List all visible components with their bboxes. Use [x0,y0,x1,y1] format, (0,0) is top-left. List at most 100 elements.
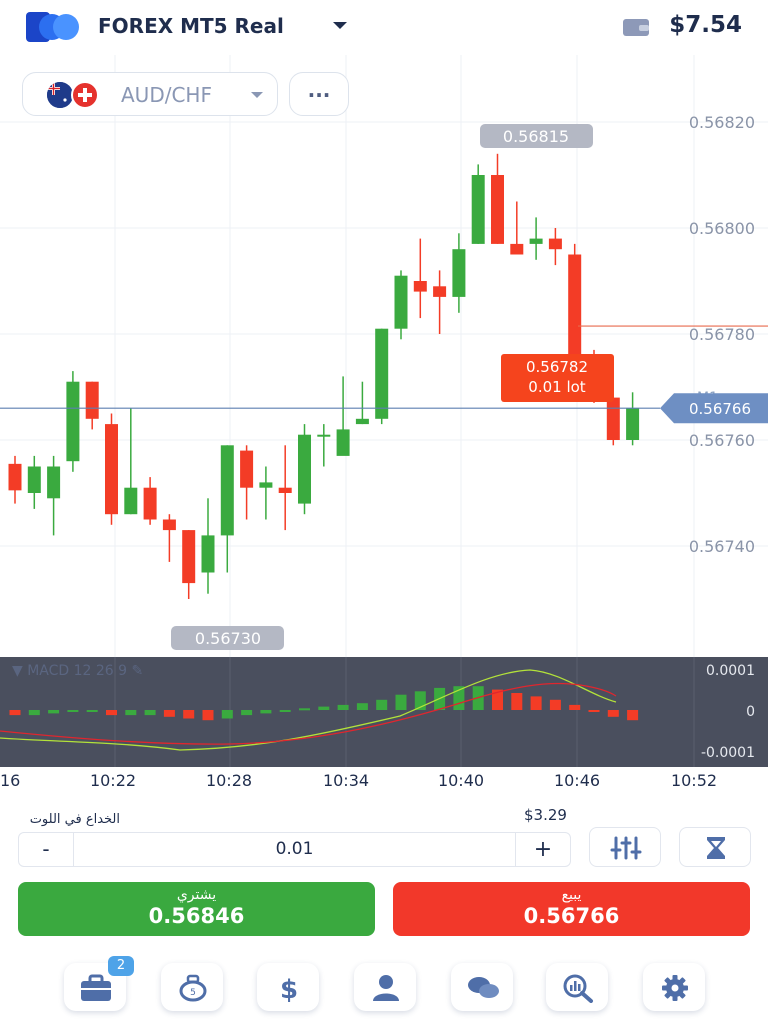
lot-input[interactable]: 0.01 [74,833,515,866]
hourglass-icon [707,837,725,859]
candle-body[interactable] [182,530,196,584]
indicator-settings-button[interactable] [589,827,661,867]
time-axis-label: 16 [0,771,20,790]
dollar-icon: $ [280,975,298,1003]
chevron-down-icon [251,92,263,98]
candle-body[interactable] [162,519,176,531]
australia-flag-icon [47,82,73,108]
piggy-bank-icon: 5 [179,974,207,1002]
candle-body[interactable] [317,434,331,437]
macd-level-label: -0.0001 [701,745,755,761]
sell-button[interactable]: يبيع 0.56766 [393,882,750,936]
macd-histogram-bar [28,710,40,716]
candle-body[interactable] [220,445,234,536]
time-axis-label: 10:34 [323,771,369,790]
increase-lot-button[interactable]: + [515,833,570,866]
candle-body[interactable] [548,238,562,250]
candle-body[interactable] [626,408,640,440]
candle-body[interactable] [298,434,311,504]
price-axis-label: 0.56740 [689,537,755,556]
macd-histogram-bar [125,710,137,716]
chevron-down-icon[interactable] [333,22,347,29]
top-bar: FOREX MT5 Real $7.54 [0,0,768,55]
candlestick-chart[interactable]: 0.568200.568000.567800.567600.56740M10.5… [0,55,768,795]
price-axis-label: 0.56800 [689,219,755,238]
lot-stepper: - 0.01 + [18,832,571,867]
time-axis-label: 10:40 [438,771,484,790]
candle-body[interactable] [47,466,61,499]
app-logo-icon[interactable] [26,12,80,46]
candle-body[interactable] [413,281,427,292]
time-axis-label: 10:52 [671,771,717,790]
margin-value: $3.29 [524,806,567,824]
time-axis-label: 10:22 [90,771,136,790]
candle-body[interactable] [336,429,350,456]
macd-histogram-bar [530,696,542,710]
macd-histogram-bar [260,710,272,714]
candle-body[interactable] [240,450,254,488]
macd-histogram-bar [202,710,214,721]
order-lot-label: 0.01 lot [528,378,586,396]
macd-label: ▼ MACD 12 26 9 ✎ [12,663,143,679]
candle-body[interactable] [471,175,485,244]
nav-bonus[interactable]: 5 [161,963,223,1011]
macd-histogram-bar [183,710,195,719]
candle-body[interactable] [510,243,524,255]
macd-histogram-bar [588,710,600,712]
gear-icon [662,975,688,1001]
nav-profile[interactable] [354,963,416,1011]
price-axis-label: 0.56780 [689,325,755,344]
candle-body[interactable] [105,424,118,515]
candle-body[interactable] [278,487,292,493]
sell-price: 0.56766 [523,904,620,928]
macd-histogram-bar [569,704,581,710]
more-options-button[interactable]: ... [289,72,349,116]
candle-body[interactable] [491,175,504,244]
candle-body[interactable] [394,275,408,329]
nav-chat[interactable] [451,963,513,1011]
price-axis-label: 0.56760 [689,431,755,450]
account-title[interactable]: FOREX MT5 Real [98,14,284,38]
candle-body[interactable] [375,328,389,419]
price-chart[interactable]: 0.568200.568000.567800.567600.56740M10.5… [0,55,768,795]
candle-body[interactable] [143,487,157,520]
candle-body[interactable] [259,482,273,488]
candle-body[interactable] [606,397,620,440]
buy-price: 0.56846 [148,904,245,928]
macd-histogram-bar [607,710,619,717]
decrease-lot-button[interactable]: - [19,833,74,866]
macd-histogram-bar [356,703,368,710]
nav-settings[interactable] [643,963,705,1011]
time-axis-label: 10:46 [554,771,600,790]
time-axis-label: 10:28 [206,771,252,790]
macd-histogram-bar [86,710,98,712]
account-balance[interactable]: $7.54 [669,12,742,38]
candle-body[interactable] [568,254,582,372]
candle-body[interactable] [201,535,215,573]
sell-label: يبيع [561,887,582,903]
candle-body[interactable] [27,466,41,494]
candle-body[interactable] [8,463,22,491]
wallet-icon[interactable] [623,17,649,41]
candle-body[interactable] [529,238,543,244]
pending-order-button[interactable] [679,827,751,867]
macd-histogram-bar [549,699,561,710]
switzerland-flag-icon [71,81,99,109]
candle-body[interactable] [433,286,447,297]
nav-deposit[interactable]: $ [257,963,319,1011]
macd-histogram-bar [67,710,79,712]
nav-analytics[interactable] [546,963,608,1011]
candle-body[interactable] [85,381,99,419]
instrument-selector[interactable]: AUD/CHF [22,72,278,116]
open-positions-badge: 2 [108,956,134,976]
macd-histogram-bar [106,710,117,716]
high-marker-label: 0.56815 [503,127,569,146]
buy-button[interactable]: يشتري 0.56846 [18,882,375,936]
candle-body[interactable] [66,381,80,462]
candle-body[interactable] [355,418,369,425]
macd-histogram-bar [318,706,330,710]
candle-body[interactable] [452,249,466,297]
macd-level-label: 0 [746,704,755,720]
candle-body[interactable] [124,487,138,515]
macd-histogram-bar [627,710,639,721]
